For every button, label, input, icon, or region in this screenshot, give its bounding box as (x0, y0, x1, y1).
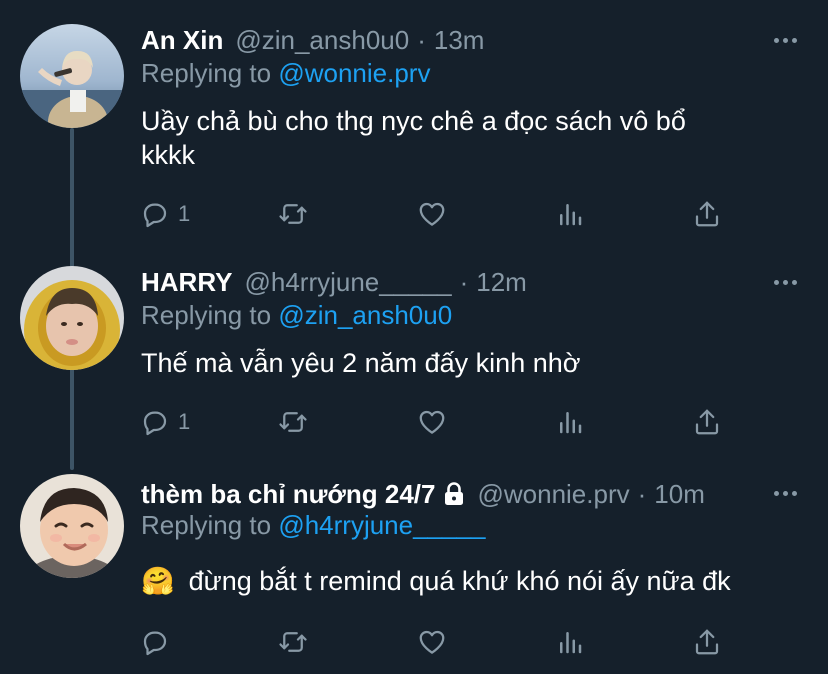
analytics-icon (560, 412, 582, 434)
share-button[interactable] (692, 194, 722, 234)
reply-icon (143, 203, 167, 228)
tweet-text-line: đừng bắt t remind quá khứ khó nói ấy nữa… (188, 566, 731, 596)
reply-button[interactable] (140, 622, 178, 662)
share-icon (695, 409, 719, 435)
separator-dot: · (417, 24, 426, 55)
share-icon (695, 201, 719, 227)
hugging-face-emoji: 🤗 (141, 566, 175, 596)
tweet-header: An Xin @zin_ansh0u0 · 13m (141, 22, 484, 58)
display-name[interactable]: An Xin (141, 25, 223, 56)
avatar[interactable] (20, 266, 124, 370)
tweet-text-line: Uầy chả bù cho thg nyc chê a đọc sách vô… (141, 106, 686, 136)
analytics-button[interactable] (555, 194, 585, 234)
mention-link[interactable]: @h4rryjune_____ (278, 510, 485, 540)
avatar[interactable] (20, 474, 124, 578)
replying-to-prefix: Replying to (141, 58, 279, 88)
reply-button[interactable]: 1 (140, 194, 190, 234)
username[interactable]: @zin_ansh0u0 (235, 25, 409, 56)
display-name[interactable]: thèm ba chỉ nướng 24/7 (141, 479, 435, 510)
tweet-actions: 1 (140, 402, 740, 442)
separator-dot: · (459, 266, 469, 297)
username[interactable]: @wonnie.prv (477, 479, 629, 510)
tweet-text: 🤗 đừng bắt t remind quá khứ khó nói ấy nữ… (141, 564, 801, 598)
more-icon[interactable] (774, 491, 797, 496)
more-icon[interactable] (774, 280, 797, 285)
retweet-icon (279, 632, 307, 652)
reply-icon (143, 411, 167, 436)
replying-to-prefix: Replying to (141, 300, 279, 330)
reply-count: 1 (178, 201, 191, 226)
share-icon (695, 629, 719, 655)
analytics-button[interactable] (555, 402, 585, 442)
replying-to-prefix: Replying to (141, 510, 279, 540)
like-icon (419, 630, 445, 654)
timestamp[interactable]: 13m (434, 25, 485, 56)
tweet-1[interactable]: An Xin @zin_ansh0u0 · 13m Replying to @w… (0, 0, 828, 240)
retweet-icon (279, 204, 307, 224)
share-button[interactable] (692, 402, 722, 442)
share-button[interactable] (692, 622, 722, 662)
tweet-3[interactable]: thèm ba chỉ nướng 24/7 @wonnie.prv · 10m… (0, 470, 828, 674)
separator-dot: · (637, 478, 647, 509)
tweet-header: thèm ba chỉ nướng 24/7 @wonnie.prv · 10m (141, 476, 705, 512)
analytics-button[interactable] (555, 622, 585, 662)
tweet-text-line: Thế mà vẫn yêu 2 năm đấy kinh nhờ (141, 348, 581, 378)
analytics-icon (560, 632, 582, 654)
timestamp[interactable]: 10m (654, 479, 705, 510)
replying-to: Replying to @zin_ansh0u0 (141, 300, 452, 331)
reply-icon (143, 631, 167, 656)
reply-count: 1 (178, 409, 191, 434)
like-icon (419, 202, 445, 226)
replying-to: Replying to @h4rryjune_____ (141, 510, 485, 541)
retweet-button[interactable] (278, 194, 308, 234)
username[interactable]: @h4rryjune_____ (244, 267, 451, 298)
replying-to: Replying to @wonnie.prv (141, 58, 430, 89)
display-name[interactable]: HARRY (141, 267, 232, 298)
retweet-button[interactable] (278, 622, 308, 662)
retweet-button[interactable] (278, 402, 308, 442)
timestamp[interactable]: 12m (476, 267, 527, 298)
reply-button[interactable]: 1 (140, 402, 190, 442)
mention-link[interactable]: @zin_ansh0u0 (278, 300, 452, 330)
lock-icon (443, 482, 465, 506)
tweet-header: HARRY @h4rryjune_____ · 12m (141, 264, 527, 300)
tweet-text-line: kkkk (141, 140, 195, 170)
like-button[interactable] (417, 402, 447, 442)
tweet-actions (140, 622, 740, 662)
retweet-icon (279, 412, 307, 432)
avatar[interactable] (20, 24, 124, 128)
like-icon (419, 410, 445, 434)
tweet-actions: 1 (140, 194, 740, 234)
like-button[interactable] (417, 194, 447, 234)
like-button[interactable] (417, 622, 447, 662)
more-icon[interactable] (774, 38, 797, 43)
tweet-text: Uầy chả bù cho thg nyc chê a đọc sách vô… (141, 104, 801, 172)
tweet-text: Thế mà vẫn yêu 2 năm đấy kinh nhờ (141, 346, 801, 380)
tweet-2[interactable]: HARRY @h4rryjune_____ · 12m Replying to … (0, 240, 828, 470)
analytics-icon (560, 204, 582, 226)
mention-link[interactable]: @wonnie.prv (278, 58, 430, 88)
